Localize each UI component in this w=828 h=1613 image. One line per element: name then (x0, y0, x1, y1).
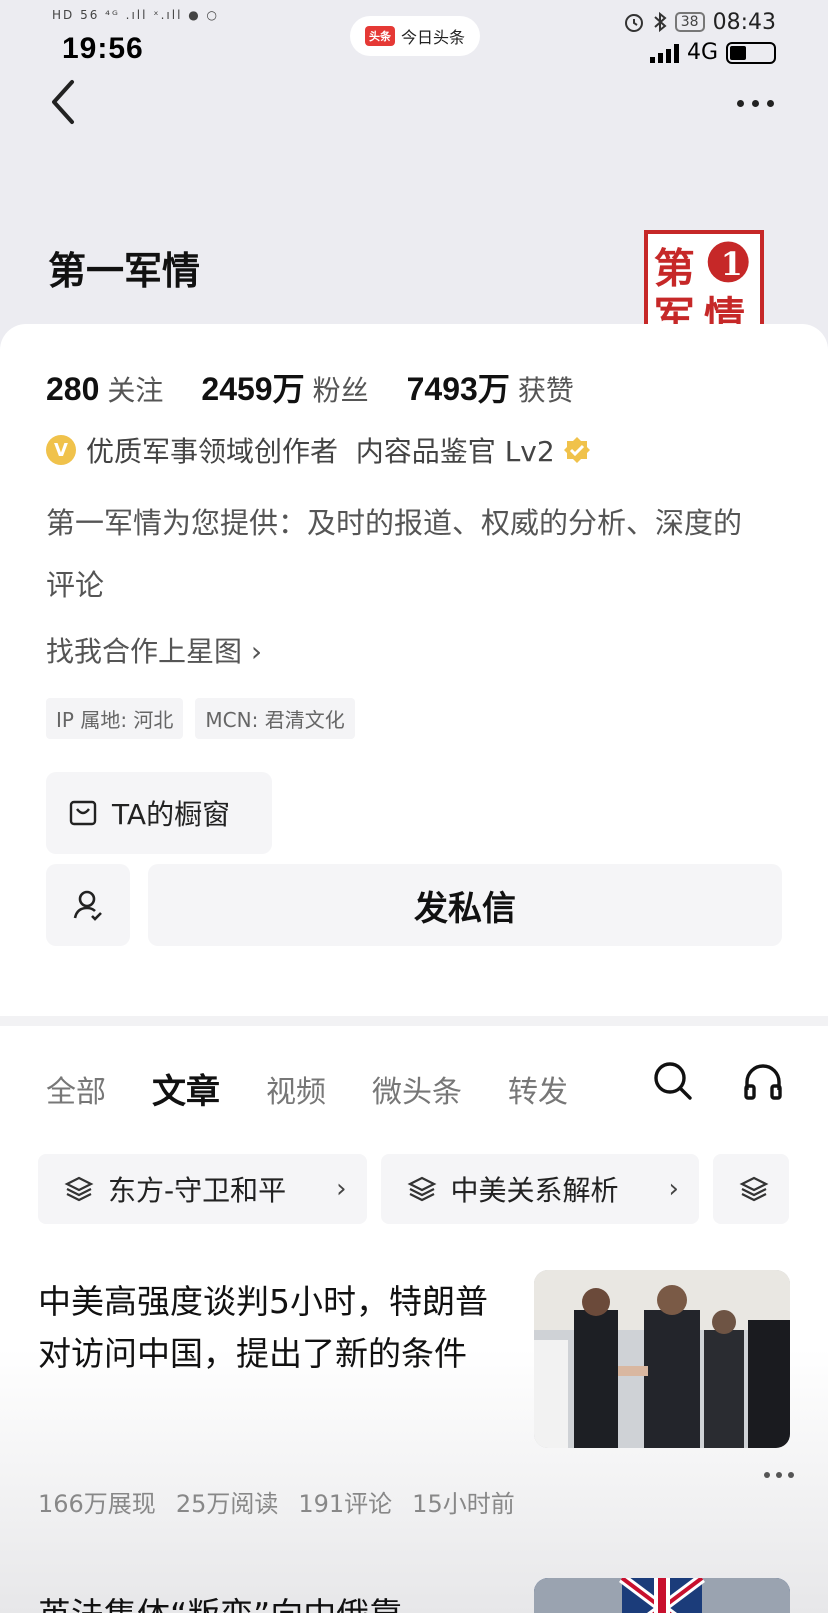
article-impressions: 166万展现 (38, 1490, 156, 1518)
article-title[interactable]: 中美高强度谈判5小时，特朗普对访问中国，提出了新的条件 (38, 1276, 508, 1380)
send-message-button[interactable]: 发私信 (148, 864, 782, 946)
tab-all[interactable]: 全部 (46, 1067, 106, 1111)
system-icons: HD 56 ⁴ᴳ .ıll ˣ.ıll ● ○ (52, 8, 219, 22)
stat-following[interactable]: 280 关注 (46, 369, 163, 409)
article-thumbnail[interactable] (534, 1578, 790, 1613)
more-dot-icon (788, 1472, 794, 1478)
profile-card: 280 关注 2459万 粉丝 7493万 获赞 V 优质军事领域创作者 内容品鉴官 … (0, 324, 828, 1024)
flag-photo-icon (534, 1578, 790, 1613)
article-time: 15小时前 (412, 1490, 515, 1518)
tab-actions (652, 1060, 784, 1102)
layers-icon (64, 1176, 94, 1202)
layers-icon (739, 1176, 769, 1202)
svg-text:1: 1 (721, 246, 743, 283)
follow-button[interactable] (46, 864, 130, 946)
tab-videos[interactable]: 视频 (266, 1067, 326, 1111)
bluetooth-icon (654, 11, 667, 33)
chevron-right-icon: › (668, 1174, 679, 1204)
collection-list: 东方-守卫和平 › 中美关系解析 › (38, 1154, 789, 1224)
headphones-icon[interactable] (742, 1060, 784, 1102)
tab-articles[interactable]: 文章 (152, 1064, 220, 1113)
battery-percent: 38 (674, 12, 705, 32)
collection-item[interactable]: 东方-守卫和平 › (38, 1154, 367, 1224)
shop-window-button[interactable]: TA的橱窗 (46, 772, 272, 854)
svg-text:第: 第 (654, 244, 695, 292)
creator-badge-text: 优质军事领域创作者 内容品鉴官 Lv2 (86, 435, 555, 468)
content-area: 全部 文章 视频 微头条 转发 东方-守卫和平 › 中美关系解析 › 中美高强度… (0, 1026, 828, 1613)
section-divider (0, 1016, 828, 1026)
check-badge-icon (563, 437, 590, 463)
chevron-right-icon: › (336, 1174, 347, 1204)
profile-bio: 第一军情为您提供：及时的报道、权威的分析、深度的评论 (46, 506, 743, 602)
ip-location-tag: IP 属地: 河北 (46, 698, 184, 739)
clock-time: 19:56 (62, 32, 144, 65)
signal-icon (649, 43, 679, 63)
search-icon[interactable] (652, 1060, 694, 1102)
collection-item-partial[interactable] (712, 1154, 789, 1224)
verified-v-icon: V (46, 435, 76, 465)
stat-followers[interactable]: 2459万 粉丝 (201, 364, 368, 410)
article-reads: 25万阅读 (175, 1490, 279, 1518)
article-meta: 166万展现 25万阅读 191评论 15小时前 (38, 1484, 515, 1519)
profile-stats: 280 关注 2459万 粉丝 7493万 获赞 (46, 364, 574, 410)
alarm-icon (624, 14, 643, 32)
article-title[interactable]: 英法集体“叛变”向中俄靠 (38, 1588, 402, 1613)
more-dot-icon (776, 1472, 782, 1478)
cooperation-link[interactable]: 找我合作上星图 › (46, 630, 262, 670)
back-button[interactable] (40, 78, 88, 126)
profile-tags: IP 属地: 河北 MCN: 君清文化 (46, 698, 355, 739)
article-comments: 191评论 (298, 1490, 393, 1518)
network-type: 4G (686, 40, 718, 65)
collection-item[interactable]: 中美关系解析 › (380, 1154, 699, 1224)
status-bar-left: HD 56 ⁴ᴳ .ıll ˣ.ıll ● ○ (52, 8, 219, 30)
tab-micro-posts[interactable]: 微头条 (372, 1067, 462, 1111)
article-thumbnail[interactable] (534, 1270, 790, 1448)
handshake-photo-icon (534, 1270, 790, 1448)
stat-likes[interactable]: 7493万 获赞 (407, 364, 574, 410)
toutiao-logo-icon: 头条 (364, 26, 395, 46)
shopping-bag-icon (69, 800, 97, 826)
app-pill-label: 今日头条 (400, 28, 465, 47)
content-tabs: 全部 文章 视频 微头条 转发 (46, 1064, 614, 1113)
more-dot-icon (766, 99, 774, 107)
more-options-button[interactable] (730, 88, 780, 118)
user-follow-icon (73, 890, 102, 921)
shop-window-label: TA的橱窗 (112, 798, 231, 831)
tab-reposts[interactable]: 转发 (508, 1067, 568, 1111)
layers-icon (407, 1176, 436, 1202)
article-more-button[interactable] (764, 1472, 794, 1478)
mcn-tag[interactable]: MCN: 君清文化 (195, 698, 355, 739)
battery-icon (726, 41, 776, 64)
collection-label: 中美关系解析 (450, 1174, 619, 1207)
collection-label: 东方-守卫和平 (108, 1174, 287, 1207)
more-dot-icon (751, 99, 759, 107)
profile-name: 第一军情 (48, 249, 201, 293)
app-indicator-pill[interactable]: 头条 今日头条 (350, 16, 480, 56)
status-clock: 08:43 (712, 9, 776, 35)
chevron-left-icon (52, 80, 74, 124)
status-bar-right: 38 08:43 4G (623, 8, 776, 65)
creator-badge-row[interactable]: V 优质军事领域创作者 内容品鉴官 Lv2 (46, 430, 591, 470)
more-dot-icon (736, 99, 744, 107)
more-dot-icon (764, 1472, 770, 1478)
